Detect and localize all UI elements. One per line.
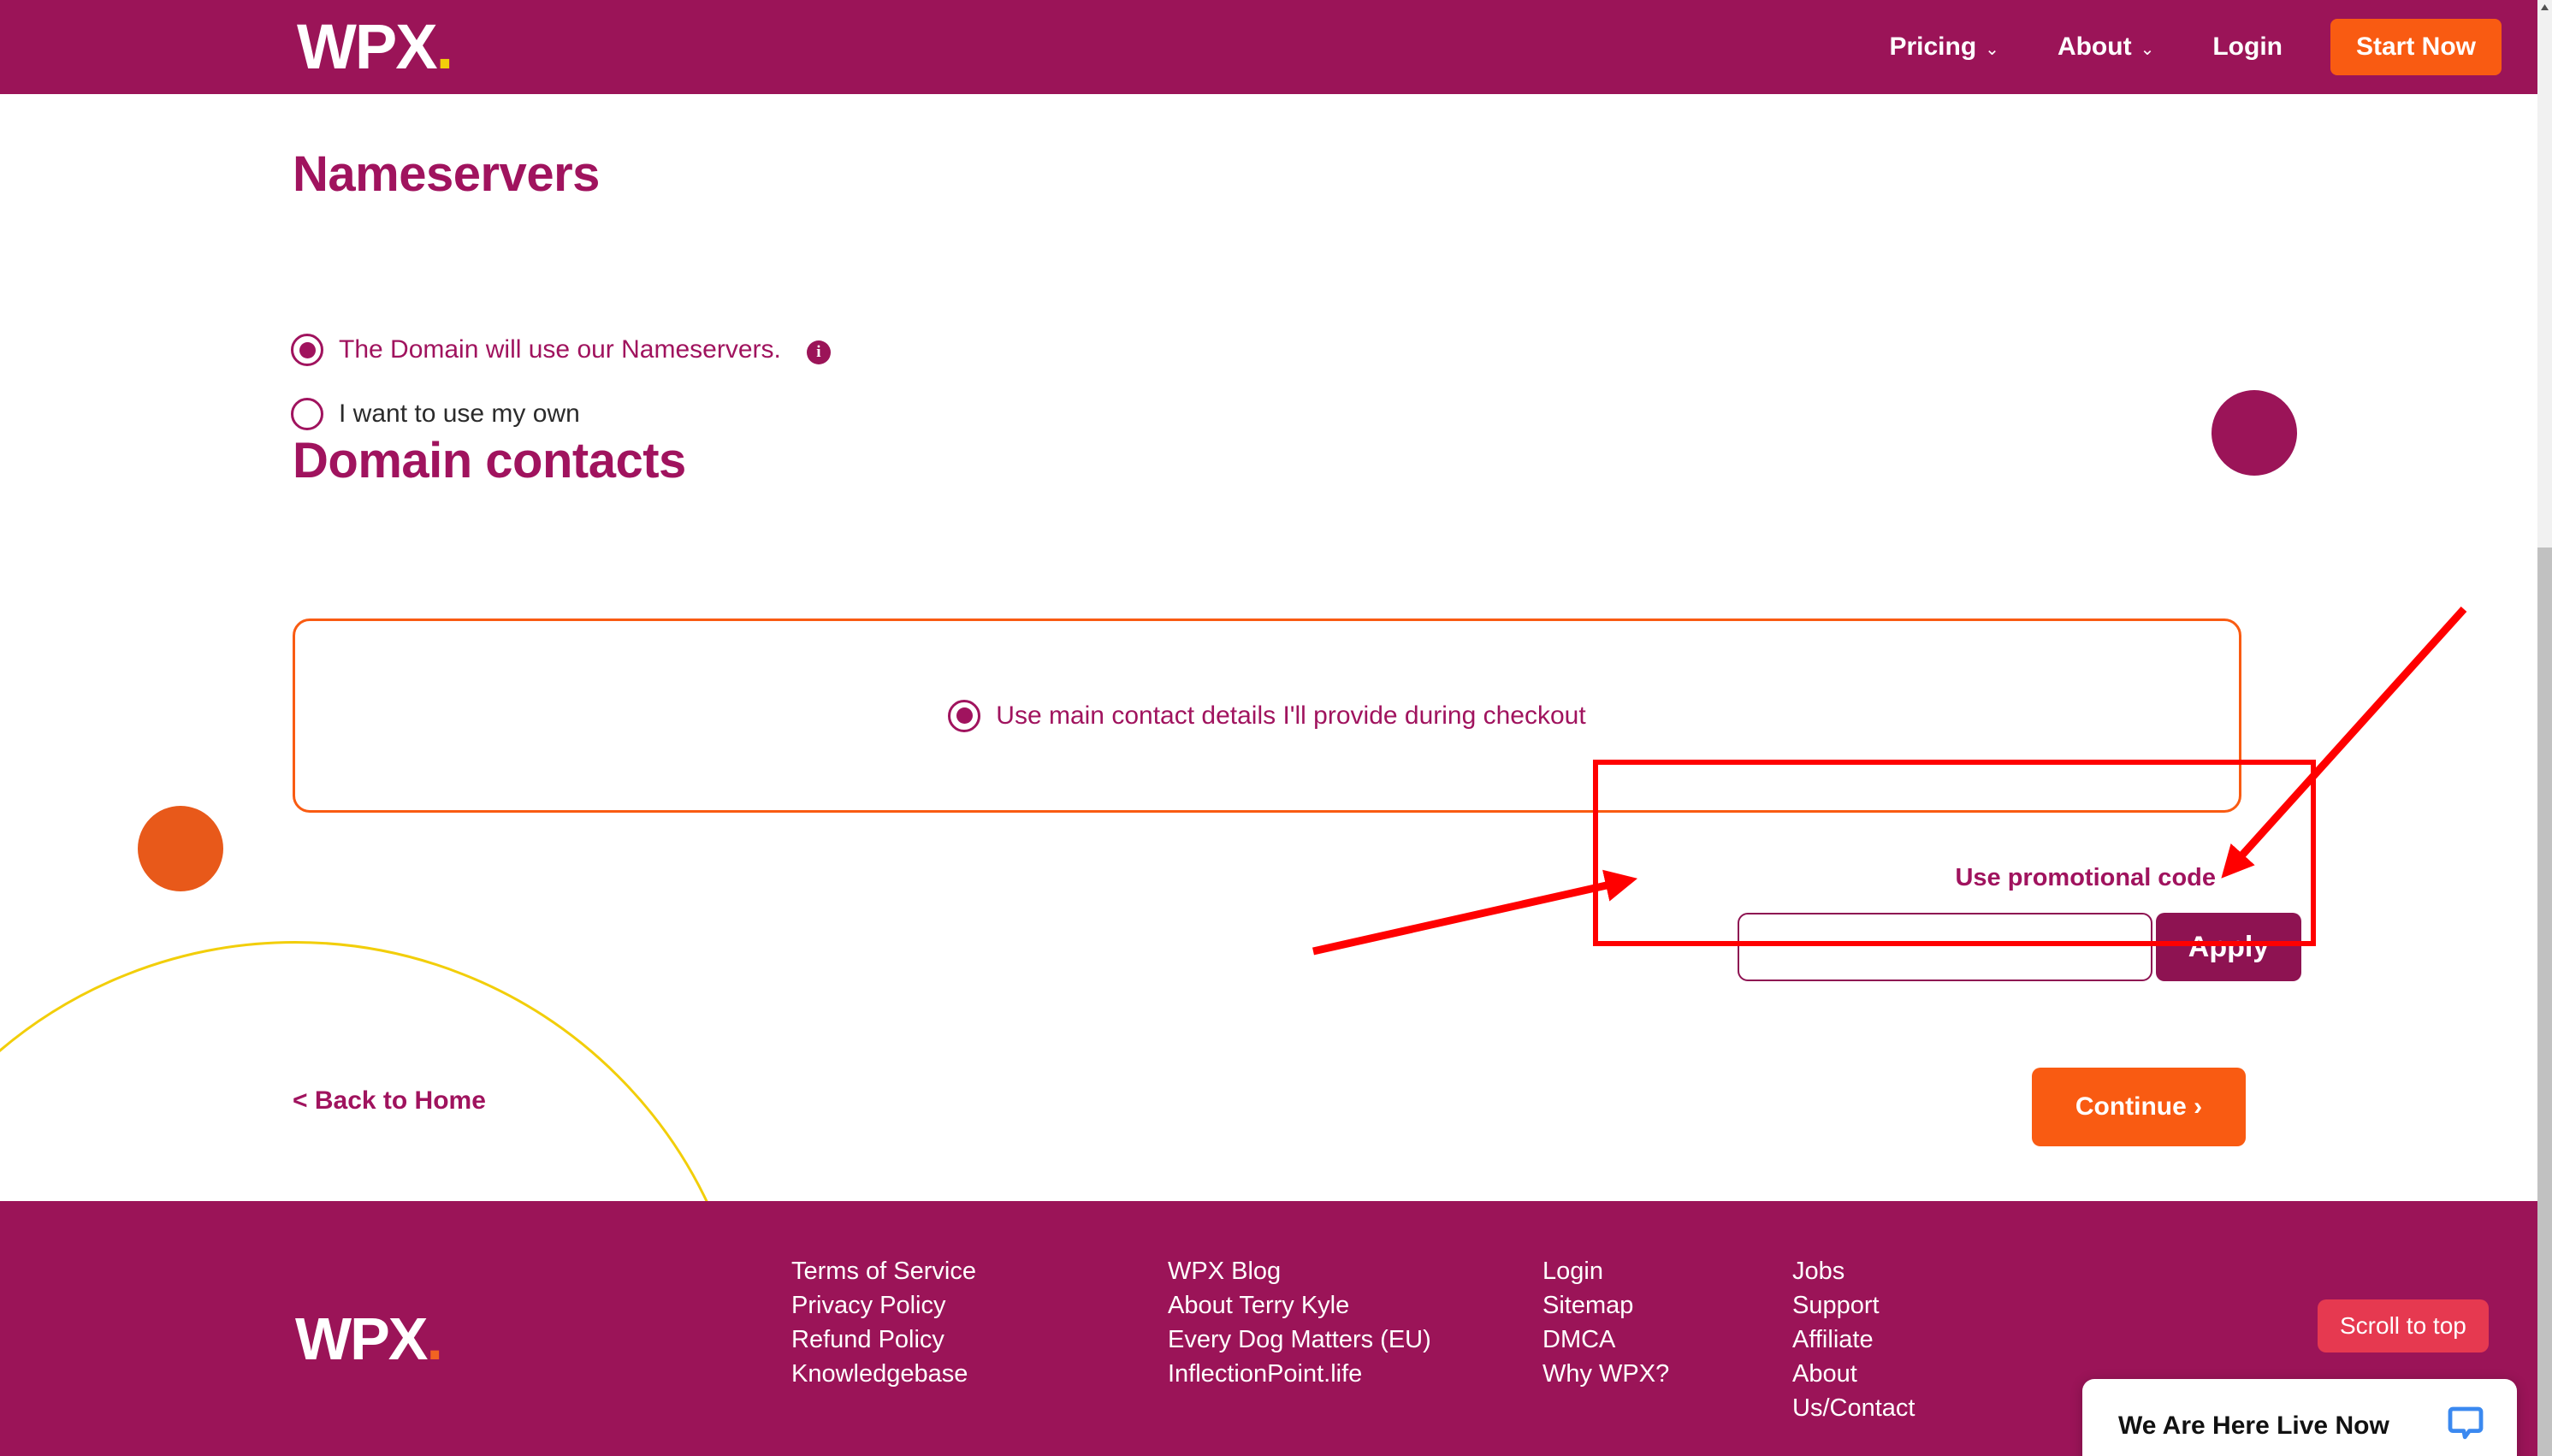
site-header: WPX. Pricing ⌄ About ⌄ Login Start Now bbox=[0, 0, 2537, 94]
header-logo-text: WPX bbox=[297, 11, 438, 82]
footer-link-dmca[interactable]: DMCA bbox=[1542, 1323, 1792, 1357]
radio-button-own[interactable] bbox=[291, 398, 323, 430]
footer-link-login[interactable]: Login bbox=[1542, 1254, 1792, 1288]
footer-column-3: Login Sitemap DMCA Why WPX? bbox=[1542, 1254, 1792, 1425]
annotation-arrow-to-input bbox=[1312, 869, 1638, 956]
continue-button[interactable]: Continue › bbox=[2032, 1068, 2246, 1146]
footer-link-sitemap[interactable]: Sitemap bbox=[1542, 1288, 1792, 1323]
footer-link-support[interactable]: Support bbox=[1792, 1288, 2049, 1323]
live-chat-widget[interactable]: We Are Here Live Now bbox=[2082, 1379, 2517, 1456]
page-root: WPX. Pricing ⌄ About ⌄ Login Start Now N… bbox=[0, 0, 2552, 1456]
footer-link-inflectionpoint-life[interactable]: InflectionPoint.life bbox=[1168, 1357, 1542, 1391]
footer-logo-text: WPX bbox=[295, 1305, 428, 1372]
decorative-circle-orange bbox=[138, 806, 223, 891]
radio-button-ours[interactable] bbox=[291, 334, 323, 366]
nav-item-login-label: Login bbox=[2212, 33, 2283, 61]
footer-logo-dot: . bbox=[426, 1305, 443, 1372]
header-logo-dot: . bbox=[435, 11, 454, 82]
radio-button-main-contact[interactable] bbox=[948, 699, 981, 732]
nav-item-login[interactable]: Login bbox=[2183, 33, 2312, 62]
footer-column-2: WPX Blog About Terry Kyle Every Dog Matt… bbox=[1168, 1254, 1542, 1425]
footer-column-1: Terms of Service Privacy Policy Refund P… bbox=[791, 1254, 1168, 1425]
domain-contacts-heading: Domain contacts bbox=[293, 433, 686, 488]
footer-link-terms-of-service[interactable]: Terms of Service bbox=[791, 1254, 1168, 1288]
footer-link-every-dog-matters[interactable]: Every Dog Matters (EU) bbox=[1168, 1323, 1542, 1357]
nav-item-about-label: About bbox=[2057, 33, 2132, 61]
footer-column-4: Jobs Support Affiliate About Us/Contact bbox=[1792, 1254, 2049, 1425]
chevron-down-icon: ⌄ bbox=[2140, 39, 2155, 59]
contacts-option-main-label: Use main contact details I'll provide du… bbox=[996, 701, 1586, 730]
scroll-up-arrow-icon[interactable] bbox=[2540, 3, 2549, 11]
footer-link-wpx-blog[interactable]: WPX Blog bbox=[1168, 1254, 1542, 1288]
live-chat-label: We Are Here Live Now bbox=[2118, 1412, 2389, 1440]
footer-link-columns: Terms of Service Privacy Policy Refund P… bbox=[791, 1254, 2049, 1425]
footer-logo[interactable]: WPX. bbox=[295, 1305, 443, 1373]
chat-bubble-icon[interactable] bbox=[2445, 1404, 2486, 1449]
start-now-button[interactable]: Start Now bbox=[2330, 19, 2502, 75]
nameservers-heading: Nameservers bbox=[293, 146, 600, 202]
footer-link-refund-policy[interactable]: Refund Policy bbox=[791, 1323, 1168, 1357]
header-nav: Pricing ⌄ About ⌄ Login Start Now bbox=[1860, 0, 2520, 94]
annotation-box-promo bbox=[1593, 760, 2316, 946]
nav-item-pricing-label: Pricing bbox=[1889, 33, 1977, 61]
nameserver-option-own[interactable]: I want to use my own bbox=[291, 398, 580, 430]
header-logo[interactable]: WPX. bbox=[297, 11, 454, 82]
decorative-circle-maroon bbox=[2212, 390, 2297, 476]
footer-link-us-contact[interactable]: Us/Contact bbox=[1792, 1391, 2049, 1425]
chevron-down-icon: ⌄ bbox=[1985, 39, 1999, 59]
footer-link-jobs[interactable]: Jobs bbox=[1792, 1254, 2049, 1288]
footer-link-about[interactable]: About bbox=[1792, 1357, 2049, 1391]
info-icon[interactable]: i bbox=[806, 340, 831, 364]
footer-link-why-wpx[interactable]: Why WPX? bbox=[1542, 1357, 1792, 1391]
footer-link-privacy-policy[interactable]: Privacy Policy bbox=[791, 1288, 1168, 1323]
back-to-home-link[interactable]: < Back to Home bbox=[293, 1086, 486, 1116]
footer-link-about-terry-kyle[interactable]: About Terry Kyle bbox=[1168, 1288, 1542, 1323]
nav-item-pricing[interactable]: Pricing ⌄ bbox=[1860, 33, 2028, 62]
nameserver-option-ours[interactable]: The Domain will use our Nameservers. i bbox=[291, 334, 831, 366]
contacts-option-main[interactable]: Use main contact details I'll provide du… bbox=[948, 699, 1586, 732]
nameserver-option-ours-label: The Domain will use our Nameservers. bbox=[339, 335, 781, 364]
scroll-to-top-button[interactable]: Scroll to top bbox=[2318, 1299, 2489, 1352]
nameserver-option-own-label: I want to use my own bbox=[339, 400, 580, 428]
vertical-scrollbar-thumb[interactable] bbox=[2537, 547, 2552, 1456]
nav-item-about[interactable]: About ⌄ bbox=[2028, 33, 2183, 62]
footer-link-affiliate[interactable]: Affiliate bbox=[1792, 1323, 2049, 1357]
footer-link-knowledgebase[interactable]: Knowledgebase bbox=[791, 1357, 1168, 1391]
